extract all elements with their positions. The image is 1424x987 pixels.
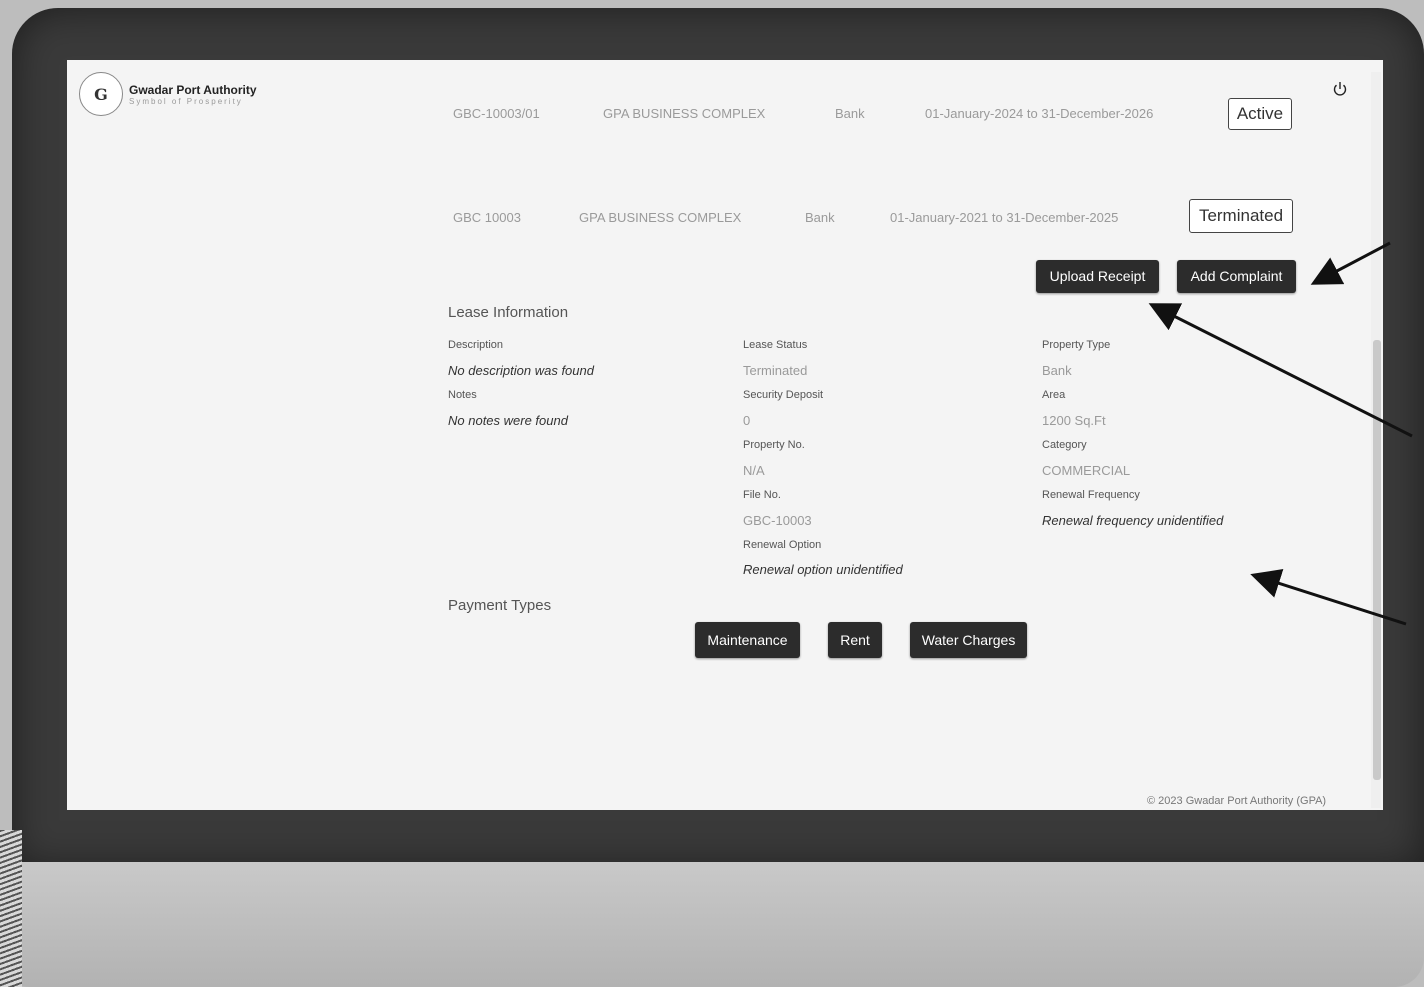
logo-title: Gwadar Port Authority bbox=[129, 82, 257, 97]
file-no-label: File No. bbox=[743, 489, 781, 501]
lease-row[interactable]: GBC-10003/01 GPA BUSINESS COMPLEX Bank 0… bbox=[453, 104, 1313, 130]
scrollbar-thumb[interactable] bbox=[1373, 340, 1381, 780]
lease-property: GPA BUSINESS COMPLEX bbox=[579, 210, 742, 225]
renewal-option-label: Renewal Option bbox=[743, 539, 822, 551]
property-type-label: Property Type bbox=[1042, 339, 1111, 351]
footer-copyright: © 2023 Gwadar Port Authority (GPA) bbox=[1147, 795, 1327, 807]
lease-property: GPA BUSINESS COMPLEX bbox=[603, 106, 766, 121]
cables bbox=[0, 830, 22, 987]
area-value: 1200 Sq.Ft bbox=[1042, 413, 1106, 428]
lease-period: 01-January-2021 to 31-December-2025 bbox=[890, 210, 1119, 225]
file-no-value: GBC-10003 bbox=[743, 513, 812, 528]
upload-receipt-button[interactable]: Upload Receipt bbox=[1036, 260, 1159, 293]
description-value: No description was found bbox=[448, 363, 594, 378]
property-type-value: Bank bbox=[1042, 363, 1072, 378]
maintenance-button[interactable]: Maintenance bbox=[695, 622, 800, 658]
payment-types-title: Payment Types bbox=[448, 597, 552, 614]
description-label: Description bbox=[448, 339, 504, 351]
lease-status-label: Lease Status bbox=[743, 339, 808, 351]
notes-value: No notes were found bbox=[448, 413, 568, 428]
notes-label: Notes bbox=[448, 389, 477, 401]
lease-row[interactable]: GBC 10003 GPA BUSINESS COMPLEX Bank 01-J… bbox=[453, 208, 1313, 234]
renewal-frequency-value: Renewal frequency unidentified bbox=[1042, 513, 1224, 528]
renewal-option-value: Renewal option unidentified bbox=[743, 562, 903, 577]
rent-button[interactable]: Rent bbox=[828, 622, 882, 658]
lease-period: 01-January-2024 to 31-December-2026 bbox=[925, 106, 1154, 121]
status-badge: Terminated bbox=[1189, 199, 1293, 233]
category-label: Category bbox=[1042, 439, 1087, 451]
logo-subtitle: Symbol of Prosperity bbox=[129, 96, 243, 106]
power-icon[interactable] bbox=[1332, 81, 1348, 97]
security-deposit-value: 0 bbox=[743, 413, 751, 428]
logo[interactable]: G Gwadar Port Authority Symbol of Prospe… bbox=[79, 72, 257, 116]
lease-file-no: GBC-10003/01 bbox=[453, 106, 540, 121]
lease-type: Bank bbox=[835, 106, 865, 121]
renewal-frequency-label: Renewal Frequency bbox=[1042, 489, 1140, 501]
add-complaint-button[interactable]: Add Complaint bbox=[1177, 260, 1296, 293]
category-value: COMMERCIAL bbox=[1042, 463, 1131, 478]
lease-information-title: Lease Information bbox=[448, 304, 569, 321]
security-deposit-label: Security Deposit bbox=[743, 389, 824, 401]
property-no-label: Property No. bbox=[743, 439, 805, 451]
lease-file-no: GBC 10003 bbox=[453, 210, 521, 225]
area-label: Area bbox=[1042, 389, 1066, 401]
property-no-value: N/A bbox=[743, 463, 765, 478]
lease-status-value: Terminated bbox=[743, 363, 808, 378]
water-charges-button[interactable]: Water Charges bbox=[910, 622, 1027, 658]
logo-emblem-icon: G bbox=[79, 72, 123, 116]
lease-type: Bank bbox=[805, 210, 835, 225]
status-badge: Active bbox=[1228, 98, 1292, 130]
monitor-base bbox=[0, 862, 1424, 987]
app-screen: G Gwadar Port Authority Symbol of Prospe… bbox=[67, 60, 1383, 810]
